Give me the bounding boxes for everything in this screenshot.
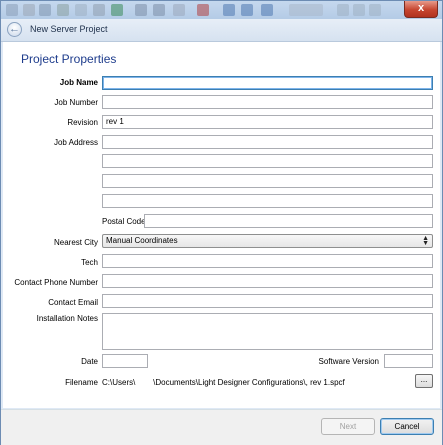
toolbar-icon (6, 4, 18, 16)
installation-notes-textarea[interactable] (102, 313, 433, 350)
job-number-label: Job Number (54, 98, 98, 107)
title-bar: x (1, 1, 442, 19)
contact-email-label: Contact Email (48, 298, 98, 307)
toolbar-icon (135, 4, 147, 16)
toolbar-icon (111, 4, 123, 16)
software-version-label: Software Version (318, 357, 379, 366)
toolbar-icon (173, 4, 185, 16)
job-address-line4-input[interactable] (102, 194, 433, 208)
revision-label: Revision (67, 118, 98, 127)
page-title: Project Properties (21, 52, 117, 66)
software-version-input[interactable] (384, 354, 433, 368)
next-button[interactable]: Next (321, 418, 375, 435)
job-address-line1-input[interactable] (102, 135, 433, 149)
nearest-city-value: Manual Coordinates (106, 236, 178, 245)
back-arrow-icon: ← (9, 23, 20, 35)
nearest-city-label: Nearest City (53, 238, 98, 247)
job-address-label: Job Address (53, 138, 98, 147)
contact-phone-input[interactable] (102, 274, 433, 288)
job-name-label: Job Name (59, 78, 98, 87)
wizard-header: ← New Server Project (1, 19, 442, 42)
dropdown-arrows-icon: ▲ ▼ (422, 235, 429, 247)
nearest-city-select[interactable]: Manual Coordinates ▲ ▼ (102, 234, 433, 248)
button-bar: Next Cancel (1, 409, 442, 445)
toolbar-icon (261, 4, 273, 16)
close-icon: x (417, 2, 425, 14)
postal-code-label: Postal Code (102, 217, 146, 226)
toolbar-icon (289, 4, 323, 16)
wizard-title: New Server Project (30, 24, 108, 34)
contact-email-input[interactable] (102, 294, 433, 308)
filename-label: Filename (65, 378, 98, 387)
tech-input[interactable] (102, 254, 433, 268)
revision-input[interactable]: rev 1 (102, 115, 433, 129)
toolbar-icon (153, 4, 165, 16)
toolbar-icon (369, 4, 381, 16)
browse-button[interactable]: ... (415, 374, 433, 388)
contact-phone-label: Contact Phone Number (14, 278, 98, 287)
toolbar-icon (353, 4, 365, 16)
job-address-line2-input[interactable] (102, 154, 433, 168)
back-button[interactable]: ← (7, 22, 22, 37)
job-number-input[interactable] (102, 95, 433, 109)
date-label: Date (81, 357, 98, 366)
toolbar-icon (223, 4, 235, 16)
toolbar-icon (337, 4, 349, 16)
postal-code-input[interactable] (144, 214, 433, 228)
toolbar-icon (75, 4, 87, 16)
form-panel: Project Properties Job Name Job Number R… (3, 42, 440, 408)
job-address-line3-input[interactable] (102, 174, 433, 188)
cancel-button[interactable]: Cancel (380, 418, 434, 435)
tech-label: Tech (81, 258, 98, 267)
toolbar-icon (39, 4, 51, 16)
toolbar-icon (197, 4, 209, 16)
installation-notes-label: Installation Notes (36, 314, 98, 323)
date-input[interactable] (102, 354, 148, 368)
toolbar-icon (23, 4, 35, 16)
filename-value: C:\Users\ \Documents\Light Designer Conf… (102, 378, 345, 387)
toolbar-icon (241, 4, 253, 16)
toolbar-icon (57, 4, 69, 16)
toolbar-icon (93, 4, 105, 16)
dialog-window: x ← New Server Project Project Propertie… (0, 0, 443, 445)
job-name-input[interactable] (102, 76, 433, 90)
close-button[interactable]: x (404, 1, 438, 18)
